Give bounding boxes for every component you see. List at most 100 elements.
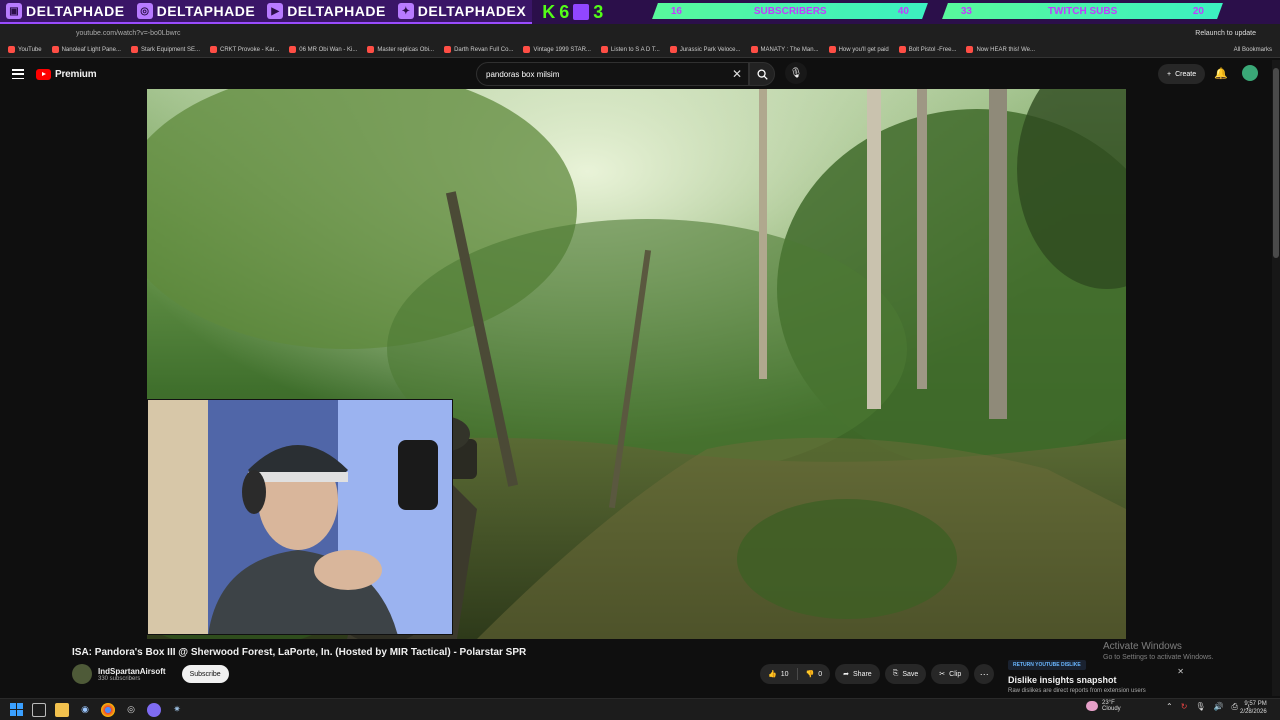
discord-icon[interactable]: [147, 702, 161, 717]
dislike-button[interactable]: 👎 0: [798, 664, 831, 684]
weather-desc: Cloudy: [1102, 706, 1121, 712]
favicon-icon: [444, 46, 452, 53]
weather-widget[interactable]: 23°F Cloudy: [1086, 700, 1121, 712]
close-icon[interactable]: ✕: [1177, 667, 1184, 676]
bookmark-item[interactable]: Master replicas Obi...: [367, 46, 434, 53]
chevron-up-icon[interactable]: ⌃: [1166, 702, 1173, 712]
social-twitter: ✦ DELTAPHADEX: [392, 0, 532, 22]
share-button[interactable]: ➦ Share: [835, 664, 880, 684]
scrollbar-thumb[interactable]: [1273, 68, 1279, 258]
microphone-icon[interactable]: 🎙: [1195, 702, 1205, 712]
youtube-logo[interactable]: Premium: [36, 68, 97, 80]
like-button[interactable]: 👍 10: [760, 664, 797, 684]
favicon-icon: [898, 46, 906, 53]
twitch-icon: [573, 4, 590, 20]
dislike-panel-title: Dislike insights snapshot: [1008, 675, 1117, 685]
hamburger-menu-icon[interactable]: [12, 69, 24, 79]
plus-icon: +: [1167, 70, 1172, 78]
clip-button[interactable]: ✂ Clip: [931, 664, 970, 684]
steam-icon[interactable]: ◉: [78, 703, 92, 717]
kick-icon: K: [542, 1, 556, 22]
subscribe-button[interactable]: Subscribe: [181, 665, 229, 683]
search-input[interactable]: pandoras box milsim ✕: [476, 62, 749, 86]
bookmark-label: How you'll get paid: [838, 46, 889, 53]
channel-avatar[interactable]: [72, 664, 92, 684]
thumbs-down-icon: 👎: [805, 671, 815, 678]
close-icon[interactable]: ✕: [732, 67, 742, 81]
create-button[interactable]: + Create: [1158, 64, 1206, 84]
logo-text: Premium: [55, 68, 97, 80]
refresh-icon[interactable]: ↻: [1181, 702, 1188, 712]
subscribers-goal-bar: 16 SUBSCRIBERS 40: [652, 3, 928, 19]
youtube-play-icon: [36, 68, 51, 80]
youtube-icon: ▶: [267, 3, 284, 19]
browser-address-row: youtube.com/watch?v=-bo0Lbwrc Relaunch t…: [0, 24, 1280, 42]
social-label: DELTAPHADE: [156, 3, 256, 19]
chrome-icon[interactable]: [101, 702, 115, 717]
twitch-subs-goal-bar: 33 TWITCH SUBS 20: [942, 3, 1223, 19]
social-label: DELTAPHADE: [287, 3, 386, 19]
bookmark-item[interactable]: Now HEAR this! We...: [966, 46, 1035, 53]
favicon-icon: [600, 46, 608, 53]
bookmark-item[interactable]: Vintage 1999 STAR...: [523, 46, 591, 53]
save-button[interactable]: ⎘ Save: [884, 664, 927, 684]
microphone-icon[interactable]: 🎙: [785, 62, 807, 84]
create-label: Create: [1175, 70, 1197, 78]
bookmark-item[interactable]: Jurassic Park Veloce...: [669, 46, 741, 53]
all-bookmarks-button[interactable]: All Bookmarks: [1234, 47, 1272, 53]
volume-icon[interactable]: 🔊: [1214, 702, 1224, 712]
channel-name[interactable]: IndSpartanAirsoft: [98, 667, 166, 676]
bookmark-icon: ⎘: [892, 670, 899, 677]
bookmark-item[interactable]: Listen to S A D T...: [600, 46, 660, 53]
subs-target: 40: [897, 5, 909, 17]
bookmark-item[interactable]: MANATY : The Man...: [750, 46, 819, 53]
file-explorer-icon[interactable]: [55, 702, 69, 717]
favicon-icon: [828, 46, 836, 53]
bookmark-label: Stark Equipment SE...: [140, 46, 200, 53]
favicon-icon: [750, 46, 758, 53]
bookmark-item[interactable]: Nanoleaf Light Pane...: [51, 46, 121, 53]
bookmark-item[interactable]: How you'll get paid: [828, 46, 889, 53]
favicon-icon: [210, 46, 217, 53]
video-player[interactable]: [147, 89, 1126, 639]
page-scrollbar[interactable]: [1272, 60, 1280, 696]
clip-label: Clip: [949, 670, 962, 678]
bookmark-item[interactable]: Darth Revan Full Co...: [444, 46, 513, 53]
bookmark-label: Listen to S A D T...: [610, 46, 660, 53]
search-button[interactable]: [749, 62, 775, 86]
bookmark-label: Jurassic Park Veloce...: [679, 46, 741, 53]
notifications-bell-icon[interactable]: 🔔: [1214, 67, 1228, 80]
printer-icon[interactable]: ⎙: [1232, 702, 1238, 712]
cloud-icon: [1086, 701, 1098, 711]
taskbar-clock[interactable]: 9:57 PM 2/28/2026: [1240, 700, 1267, 717]
clock-time: 9:57 PM: [1244, 701, 1267, 707]
bookmark-item[interactable]: 06 MR Obi Wan - Ki...: [289, 46, 357, 53]
dislike-panel-subtitle: Raw dislikes are direct reports from ext…: [1008, 688, 1146, 694]
bookmark-label: Darth Revan Full Co...: [454, 46, 514, 53]
favicon-icon: [289, 46, 297, 53]
video-title: ISA: Pandora's Box III @ Sherwood Forest…: [72, 647, 527, 658]
relaunch-button[interactable]: Relaunch to update: [1195, 30, 1256, 37]
bookmark-item[interactable]: CRKT Provoke - Kar...: [210, 46, 279, 53]
avatar[interactable]: [1242, 65, 1258, 81]
bookmark-item[interactable]: Stark Equipment SE...: [130, 46, 200, 53]
address-bar[interactable]: youtube.com/watch?v=-bo0Lbwrc: [76, 30, 180, 37]
bookmark-item[interactable]: Bolt Pistol -Free...: [898, 46, 957, 53]
windows-start-icon[interactable]: [10, 703, 23, 716]
favicon-icon: [130, 46, 138, 53]
save-label: Save: [902, 670, 919, 678]
bookmark-label: Nanoleaf Light Pane...: [61, 46, 121, 53]
obs-icon[interactable]: ◎: [124, 703, 138, 717]
bookmark-item[interactable]: YouTube: [8, 46, 42, 53]
task-view-icon[interactable]: [32, 702, 46, 717]
subs-label: SUBSCRIBERS: [753, 5, 827, 17]
subs-current: 16: [671, 5, 683, 17]
twitch-subs-label: TWITCH SUBS: [1047, 5, 1118, 17]
bookmark-label: Bolt Pistol -Free...: [908, 46, 957, 53]
favicon-icon: [367, 46, 375, 53]
social-twitch: ▣ DELTAPHADE: [0, 0, 131, 22]
thumbs-up-icon: 👍: [768, 671, 777, 678]
webcam-overlay: [147, 399, 453, 635]
app-icon[interactable]: ✷: [170, 703, 184, 717]
more-options-icon[interactable]: ⋯: [974, 664, 995, 684]
